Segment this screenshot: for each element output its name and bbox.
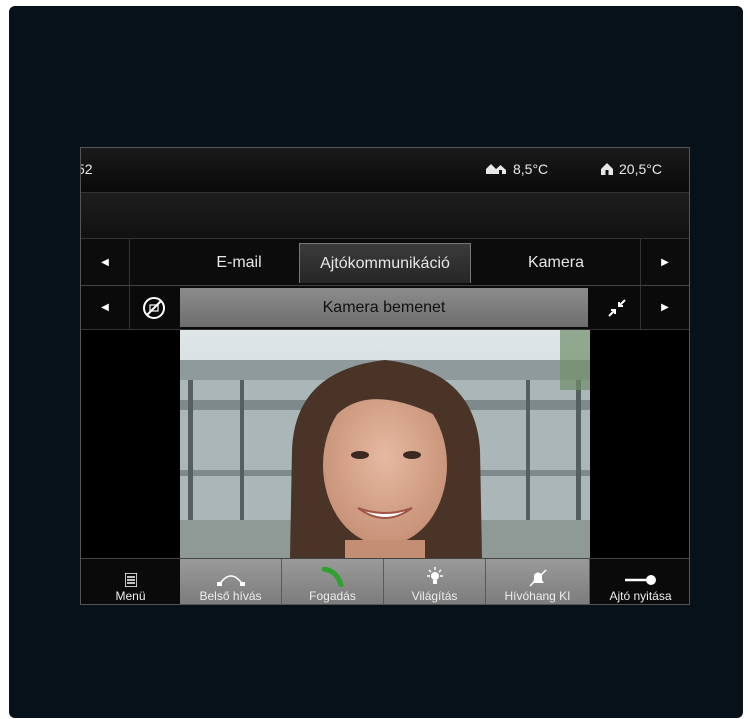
internal-call-button[interactable]: Belső hívás xyxy=(180,559,282,604)
action-bar: Menü Belső hívás Fogadás Világítás Hívóh… xyxy=(81,558,689,604)
triangle-right-icon: ▶ xyxy=(661,256,669,268)
tab-email[interactable]: E-mail xyxy=(169,243,309,283)
internal-call-label: Belső hívás xyxy=(199,589,262,603)
camera-prev-button[interactable]: ◀ xyxy=(81,286,130,329)
menu-icon xyxy=(124,565,137,587)
accept-call-icon xyxy=(321,565,345,587)
bell-off-icon xyxy=(528,565,548,587)
camera-bar: ◀ Kamera bemenet ▶ xyxy=(81,286,689,330)
houses-icon xyxy=(485,163,507,175)
indoor-temp-value: 20,5°C xyxy=(619,161,662,177)
device-frame: 52 8,5°C 20,5°C xyxy=(9,6,743,718)
tab-bar: ◀ E-mail Ajtókommunikáció Kamera ▶ xyxy=(81,239,689,286)
key-icon xyxy=(624,565,657,587)
open-door-label: Ajtó nyitása xyxy=(609,589,672,603)
outdoor-temperature: 8,5°C xyxy=(485,161,548,177)
accept-call-label: Fogadás xyxy=(309,589,356,603)
triangle-left-icon: ◀ xyxy=(101,256,109,268)
no-image-icon xyxy=(142,296,166,320)
open-door-button[interactable]: Ajtó nyitása xyxy=(590,559,689,604)
house-icon xyxy=(601,163,613,175)
secondary-bar xyxy=(81,193,689,239)
tab-label: E-mail xyxy=(216,254,262,271)
status-bar: 52 8,5°C 20,5°C xyxy=(81,148,689,193)
touch-screen: 52 8,5°C 20,5°C xyxy=(80,147,690,605)
shrink-arrows-icon xyxy=(607,298,627,318)
no-image-button[interactable] xyxy=(129,286,179,329)
camera-title: Kamera bemenet xyxy=(180,288,588,327)
triangle-left-icon: ◀ xyxy=(101,302,109,313)
accept-call-button[interactable]: Fogadás xyxy=(282,559,384,604)
tab-camera[interactable]: Kamera xyxy=(481,243,631,283)
indoor-temperature: 20,5°C xyxy=(601,161,662,177)
triangle-right-icon: ▶ xyxy=(661,302,669,313)
camera-next-button[interactable]: ▶ xyxy=(640,286,689,329)
tab-door-communication[interactable]: Ajtókommunikáció xyxy=(299,243,471,283)
lighting-label: Világítás xyxy=(411,589,458,603)
outdoor-temp-value: 8,5°C xyxy=(513,161,549,177)
menu-button[interactable]: Menü xyxy=(81,559,180,604)
ringtone-off-button[interactable]: Hívóhang KI xyxy=(486,559,590,604)
clock: 52 xyxy=(81,161,93,177)
shrink-view-button[interactable] xyxy=(592,286,642,329)
tab-label: Kamera xyxy=(527,254,585,271)
camera-video-feed xyxy=(180,330,590,558)
lighting-button[interactable]: Világítás xyxy=(384,559,486,604)
tab-prev-button[interactable]: ◀ xyxy=(81,239,130,285)
tab-label: Ajtókommunikáció xyxy=(320,254,450,272)
ringtone-off-label: Hívóhang KI xyxy=(504,589,571,603)
light-bulb-icon xyxy=(426,565,444,587)
internal-call-icon xyxy=(216,565,246,587)
camera-image xyxy=(180,330,590,558)
tab-next-button[interactable]: ▶ xyxy=(640,239,689,285)
menu-label: Menü xyxy=(115,589,146,603)
